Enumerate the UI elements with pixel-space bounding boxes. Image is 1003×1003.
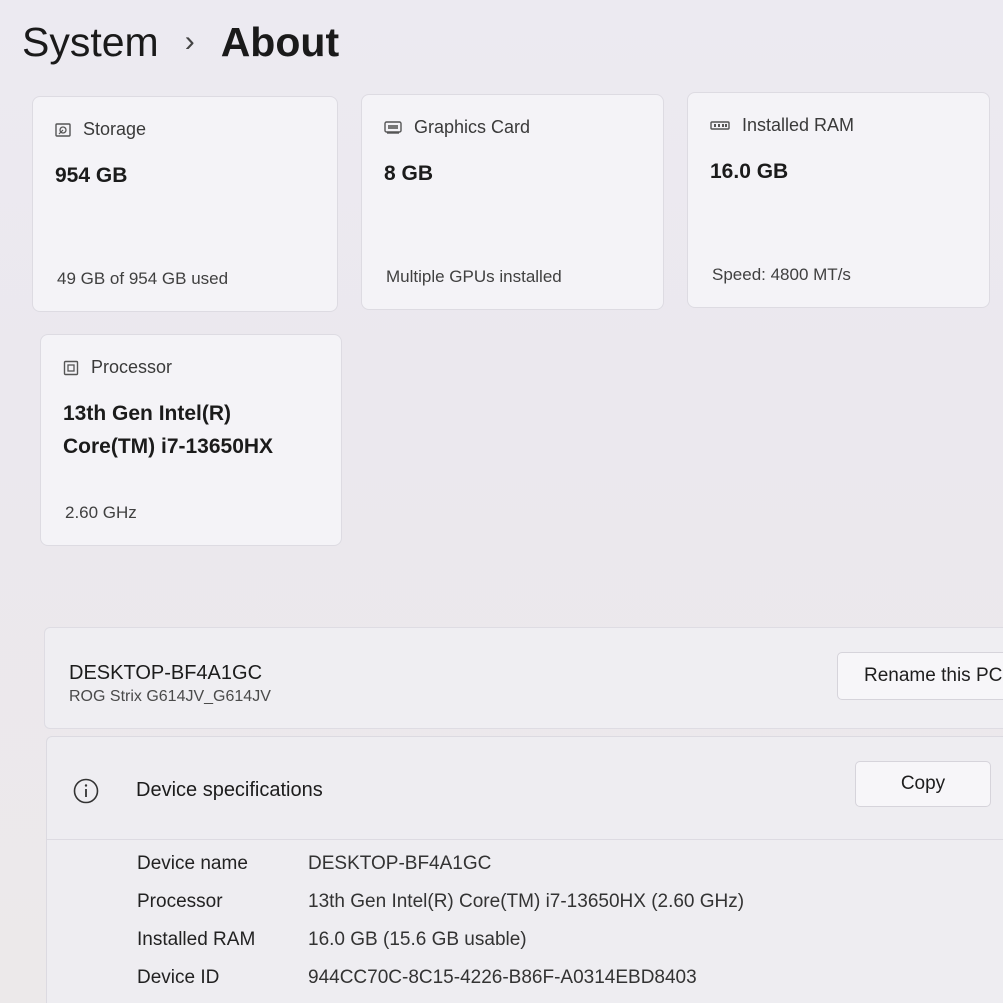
info-icon: [73, 778, 99, 804]
spec-value: 16.0 GB (15.6 GB usable): [308, 929, 527, 950]
processor-icon: [63, 360, 79, 375]
processor-card-speed: 2.60 GHz: [65, 503, 137, 522]
processor-card-value: 13th Gen Intel(R) Core(TM) i7-13650HX: [63, 397, 273, 463]
graphics-card-title: Graphics Card: [414, 117, 531, 137]
page-title: About: [220, 18, 340, 65]
device-specifications-header[interactable]: Device specifications Copy: [47, 737, 1003, 840]
storage-icon: [55, 122, 71, 137]
device-rename-section: DESKTOP-BF4A1GC ROG Strix G614JV_G614JV …: [44, 627, 1003, 729]
spec-row-processor: Processor 13th Gen Intel(R) Core(TM) i7-…: [137, 891, 744, 913]
installed-ram-value: 16.0 GB: [710, 160, 789, 183]
storage-card-title: Storage: [83, 119, 147, 139]
spec-row-installed-ram: Installed RAM 16.0 GB (15.6 GB usable): [137, 929, 527, 951]
device-specifications-title: Device specifications: [136, 779, 323, 801]
device-hostname: DESKTOP-BF4A1GC: [69, 662, 263, 684]
installed-ram-speed: Speed: 4800 MT/s: [712, 265, 851, 284]
about-page: System › About Storage 954 GB 49 GB of 9…: [0, 0, 1003, 1003]
graphics-card-note: Multiple GPUs installed: [386, 267, 562, 286]
processor-card-value-line1: 13th Gen Intel(R): [63, 402, 232, 425]
graphics-card-value: 8 GB: [384, 162, 434, 185]
ram-icon: [710, 120, 730, 130]
spec-value: DESKTOP-BF4A1GC: [308, 853, 492, 874]
storage-card-value: 954 GB: [55, 164, 128, 187]
processor-card-header: Processor: [63, 357, 172, 378]
storage-card[interactable]: Storage 954 GB 49 GB of 954 GB used: [32, 96, 338, 312]
storage-card-header: Storage: [55, 119, 146, 140]
spec-label: Device name: [137, 853, 248, 874]
spec-label: Installed RAM: [137, 929, 256, 950]
spec-value: 13th Gen Intel(R) Core(TM) i7-13650HX (2…: [308, 891, 745, 912]
device-model: ROG Strix G614JV_G614JV: [69, 688, 271, 705]
processor-card[interactable]: Processor 13th Gen Intel(R) Core(TM) i7-…: [40, 334, 342, 546]
graphics-card-icon: [384, 120, 402, 134]
spec-row-device-id: Device ID 944CC70C-8C15-4226-B86F-A0314E…: [137, 967, 697, 989]
installed-ram-title: Installed RAM: [742, 115, 855, 135]
graphics-card-header: Graphics Card: [384, 117, 530, 138]
processor-card-title: Processor: [91, 357, 173, 377]
chevron-right-icon: ›: [184, 25, 195, 58]
spec-label: Processor: [137, 891, 223, 912]
copy-button[interactable]: Copy: [855, 761, 991, 807]
installed-ram-header: Installed RAM: [710, 115, 854, 136]
spec-value: 944CC70C-8C15-4226-B86F-A0314EBD8403: [308, 967, 697, 988]
spec-row-device-name: Device name DESKTOP-BF4A1GC: [137, 853, 491, 875]
storage-card-usage: 49 GB of 954 GB used: [57, 269, 229, 288]
breadcrumb-system-link[interactable]: System: [22, 19, 159, 66]
spec-label: Device ID: [137, 967, 220, 988]
device-specifications-section: Device specifications Copy Device name D…: [46, 736, 1003, 1003]
installed-ram-card[interactable]: Installed RAM 16.0 GB Speed: 4800 MT/s: [687, 92, 990, 308]
processor-card-value-line2: Core(TM) i7-13650HX: [63, 435, 274, 458]
rename-pc-button[interactable]: Rename this PC: [837, 652, 1003, 700]
breadcrumb: System › About: [22, 12, 339, 72]
graphics-card-card[interactable]: Graphics Card 8 GB Multiple GPUs install…: [361, 94, 664, 310]
